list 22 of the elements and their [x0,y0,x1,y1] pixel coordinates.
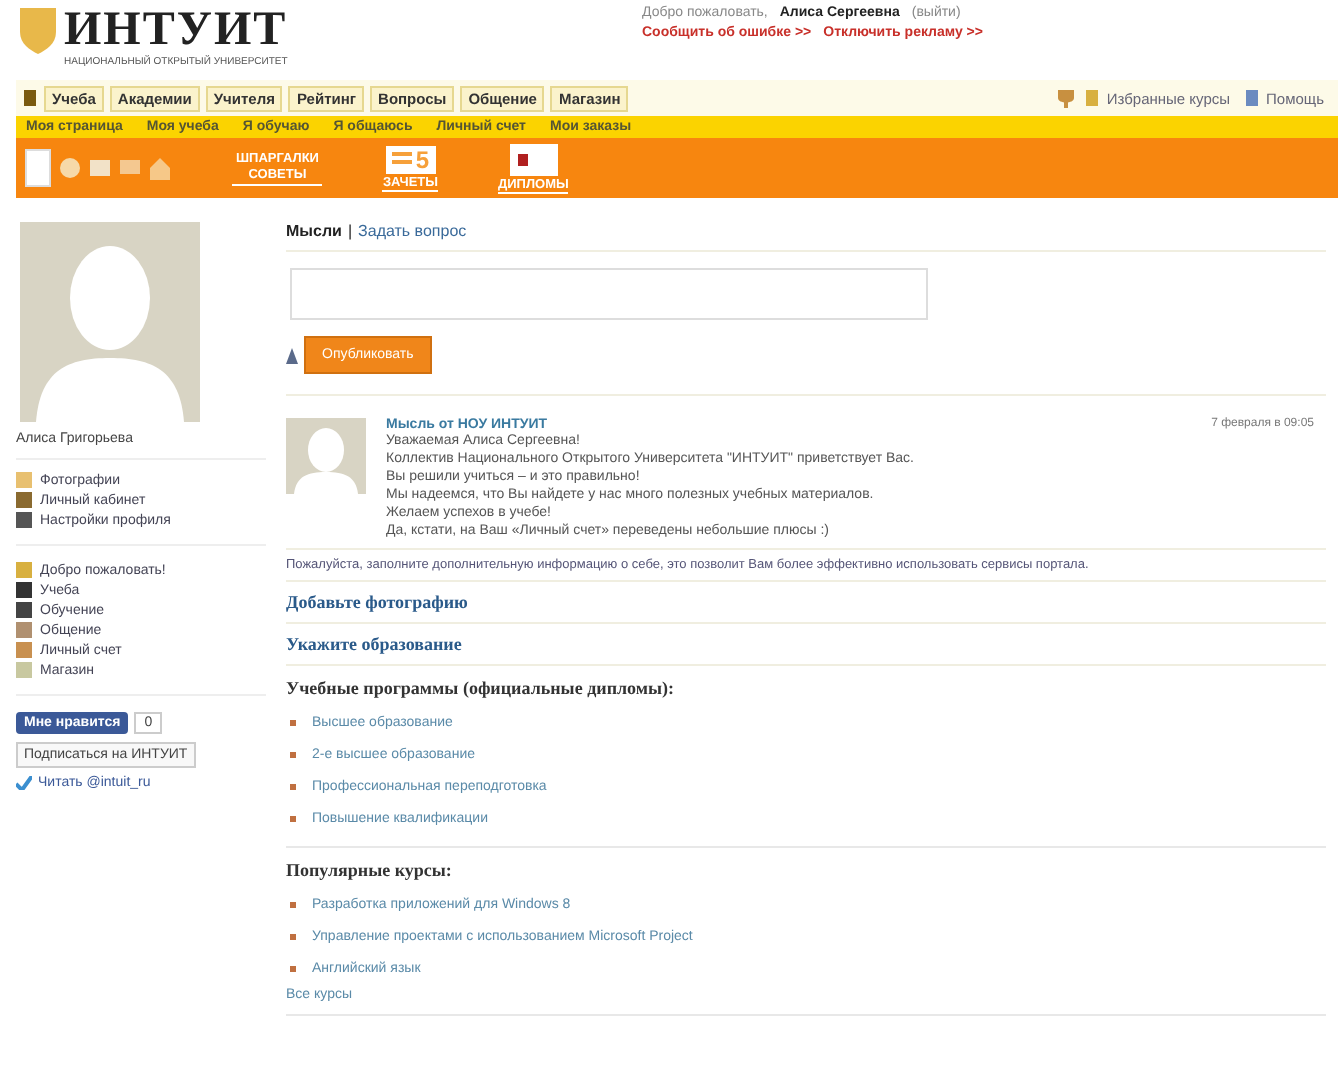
avatar-silhouette-placeholder [286,418,366,494]
house-icon [148,154,172,182]
shield-logo-icon [16,4,60,56]
composer-tab[interactable]: Мысли [286,222,342,240]
logo-title: ИНТУИТ [64,4,288,56]
tab-separator: | [347,222,353,240]
bullet-icon [290,965,296,971]
bullet-icon [290,933,296,939]
bullet-icon [290,815,296,821]
bullet-icon [290,751,296,757]
bullet-icon [290,901,296,907]
bullet-icon [290,719,296,725]
action-link[interactable]: Укажите образование [286,624,1326,666]
message-input[interactable] [290,268,928,320]
action-link[interactable]: Добавьте фотографию [286,582,1326,624]
document-icon [24,148,52,188]
section-title: Учебные программы (официальные дипломы): [286,678,677,698]
bullet-icon [290,783,296,789]
composer-tab[interactable]: Задать вопрос [358,222,467,240]
section-title: Популярные курсы: [286,860,454,880]
counter-number: 5 [415,145,430,173]
diploma-icon [509,143,558,175]
